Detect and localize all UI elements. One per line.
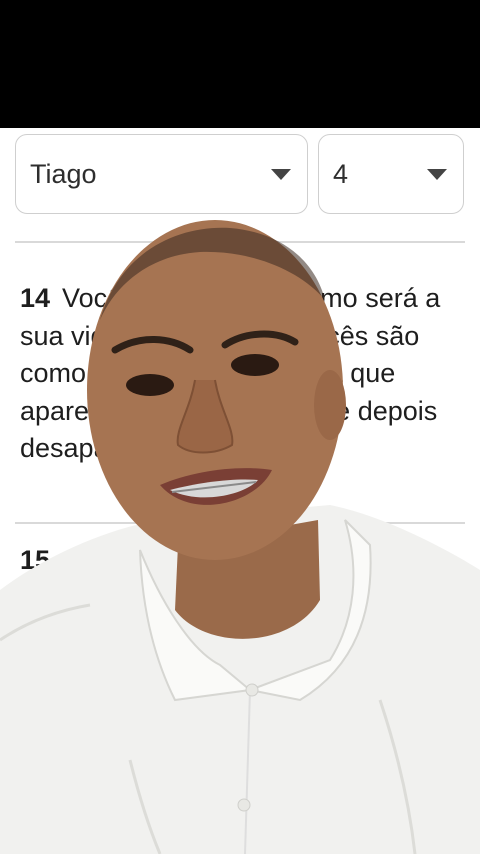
presenter-video-overlay — [0, 220, 480, 854]
